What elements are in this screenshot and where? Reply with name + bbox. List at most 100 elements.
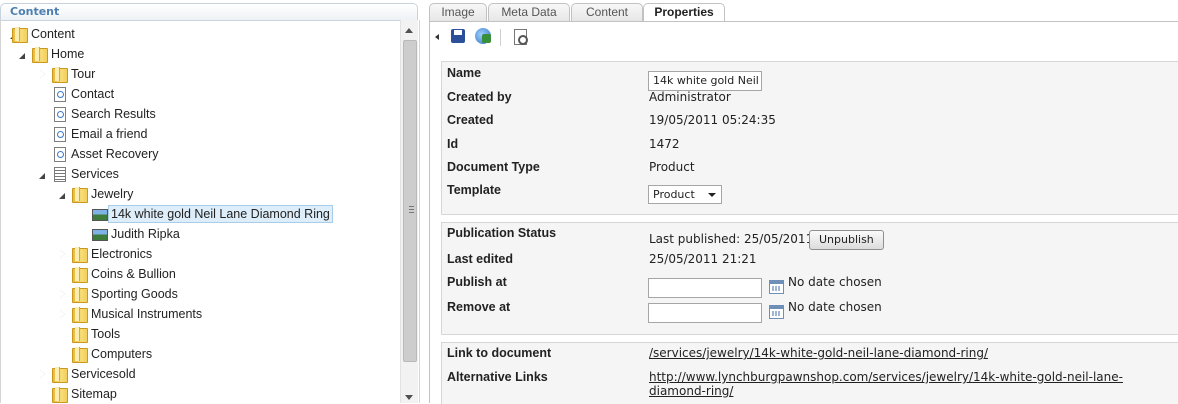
preview-icon[interactable] xyxy=(512,28,530,46)
created-label: Created xyxy=(447,113,494,127)
calendar-icon[interactable] xyxy=(769,305,784,319)
folder-icon xyxy=(71,346,88,363)
alternative-links-label: Alternative Links xyxy=(447,370,548,384)
document-icon xyxy=(52,106,68,122)
publication-status-value: Last published: 25/05/2011 xyxy=(649,232,814,246)
picture-icon xyxy=(92,206,108,222)
folder-icon xyxy=(51,366,68,383)
tree-node-label-selected[interactable]: 14k white gold Neil Lane Diamond Ring xyxy=(108,205,333,223)
expand-arrow-icon[interactable] xyxy=(58,304,68,324)
row-publication-status: Publication Status Last published: 25/05… xyxy=(442,226,1178,250)
id-label: Id xyxy=(447,137,459,151)
tree-node-label[interactable]: Content xyxy=(31,24,75,44)
publishing-section: Publication Status Last published: 25/05… xyxy=(441,222,1178,335)
links-section: Link to document /services/jewelry/14k-w… xyxy=(441,342,1178,404)
publication-status-label: Publication Status xyxy=(447,226,557,240)
template-label: Template xyxy=(447,183,501,197)
expand-arrow-icon[interactable] xyxy=(58,284,68,304)
collapse-arrow-icon[interactable] xyxy=(58,184,68,204)
expand-arrow-icon[interactable] xyxy=(38,64,48,84)
document-icon xyxy=(52,126,68,142)
scroll-down-arrow-icon[interactable] xyxy=(405,395,413,400)
unpublish-button[interactable]: Unpublish xyxy=(809,230,884,250)
folder-icon xyxy=(71,326,88,343)
folder-icon xyxy=(51,386,68,403)
collapse-arrow-icon[interactable] xyxy=(38,164,48,184)
tree-node-label[interactable]: Computers xyxy=(91,344,152,364)
link-to-document[interactable]: /services/jewelry/14k-white-gold-neil-la… xyxy=(649,346,988,360)
folder-icon xyxy=(71,186,88,203)
expand-arrow-icon[interactable] xyxy=(58,244,68,264)
tree-node-label[interactable]: Judith Ripka xyxy=(111,224,180,244)
editor-toolbar xyxy=(430,22,1178,52)
content-tree-panel: Content Content Home Tour Contact Search… xyxy=(0,0,420,403)
document-icon xyxy=(52,146,68,162)
row-last-edited: Last edited 25/05/2011 21:21 xyxy=(442,252,1178,272)
tree-node-label[interactable]: Search Results xyxy=(71,104,156,124)
save-icon[interactable] xyxy=(450,28,468,46)
row-link-to-document: Link to document /services/jewelry/14k-w… xyxy=(442,346,1178,366)
list-document-icon xyxy=(52,166,68,182)
tree-node-label[interactable]: Coins & Bullion xyxy=(91,264,176,284)
remove-at-input[interactable] xyxy=(648,303,762,323)
editor-panel: Image Meta Data Content Properties Name … xyxy=(429,0,1178,404)
folder-icon xyxy=(71,266,88,283)
toolbar-collapse-arrow-icon[interactable] xyxy=(435,34,439,40)
document-type-label: Document Type xyxy=(447,160,540,174)
tree-node-label[interactable]: Servicesold xyxy=(71,364,136,384)
scroll-up-arrow-icon[interactable] xyxy=(405,28,413,33)
alternative-link[interactable]: http://www.lynchburgpawnshop.com/service… xyxy=(649,370,1178,398)
toolbar-divider xyxy=(500,29,501,46)
folder-icon xyxy=(51,66,68,83)
tab-meta-data[interactable]: Meta Data xyxy=(488,3,570,21)
scrollbar-thumb[interactable] xyxy=(403,40,417,362)
tree-header-title: Content xyxy=(10,5,60,18)
publish-at-note: No date chosen xyxy=(788,275,882,289)
properties-section: Name 14k white gold Neil Lane Diamond Ri… xyxy=(441,61,1178,215)
tree-node-label[interactable]: Email a friend xyxy=(71,124,147,144)
row-publish-at: Publish at No date chosen xyxy=(442,275,1178,298)
tab-image[interactable]: Image xyxy=(429,3,487,21)
name-input[interactable]: 14k white gold Neil Lane Diamond Ring xyxy=(648,71,762,91)
tab-content[interactable]: Content xyxy=(571,3,643,21)
id-value: 1472 xyxy=(649,137,680,151)
publish-at-label: Publish at xyxy=(447,275,507,289)
created-by-value: Administrator xyxy=(649,90,731,104)
tree-scrollbar[interactable] xyxy=(400,20,418,403)
created-value: 19/05/2011 05:24:35 xyxy=(649,113,776,127)
row-id: Id 1472 xyxy=(442,137,1178,157)
expand-arrow-icon[interactable] xyxy=(38,364,48,384)
tree-node-label[interactable]: Home xyxy=(51,44,84,64)
row-name: Name 14k white gold Neil Lane Diamond Ri… xyxy=(442,66,1178,91)
folder-icon xyxy=(71,306,88,323)
tree-node-label[interactable]: Sitemap xyxy=(71,384,117,403)
tree-node-label[interactable]: Electronics xyxy=(91,244,152,264)
tree-node-label[interactable]: Sporting Goods xyxy=(91,284,178,304)
tab-properties[interactable]: Properties xyxy=(643,3,725,22)
grip-icon xyxy=(409,206,414,213)
row-created: Created 19/05/2011 05:24:35 xyxy=(442,113,1178,133)
tree-node-label[interactable]: Contact xyxy=(71,84,114,104)
last-edited-value: 25/05/2011 21:21 xyxy=(649,252,757,266)
picture-icon xyxy=(92,226,108,242)
document-icon xyxy=(52,86,68,102)
tree-node-label[interactable]: Services xyxy=(71,164,119,184)
folder-icon xyxy=(71,286,88,303)
tree-node-label[interactable]: Tour xyxy=(71,64,95,84)
last-edited-label: Last edited xyxy=(447,252,513,266)
save-and-publish-icon[interactable] xyxy=(475,28,493,46)
tree-node-label[interactable]: Tools xyxy=(91,324,120,344)
template-select[interactable]: Product xyxy=(648,185,722,204)
row-template: Template Product xyxy=(442,183,1178,204)
tree-node-label[interactable]: Musical Instruments xyxy=(91,304,202,324)
folder-icon xyxy=(31,46,48,63)
calendar-icon[interactable] xyxy=(769,280,784,294)
content-tree: Content Home Tour Contact Search Results… xyxy=(0,20,420,403)
folder-icon xyxy=(71,246,88,263)
tree-node-label[interactable]: Jewelry xyxy=(91,184,133,204)
tree-node-label[interactable]: Asset Recovery xyxy=(71,144,159,164)
publish-at-input[interactable] xyxy=(648,278,762,298)
editor-tabs: Image Meta Data Content Properties xyxy=(429,3,1178,22)
remove-at-note: No date chosen xyxy=(788,300,882,314)
collapse-arrow-icon[interactable] xyxy=(18,44,28,64)
